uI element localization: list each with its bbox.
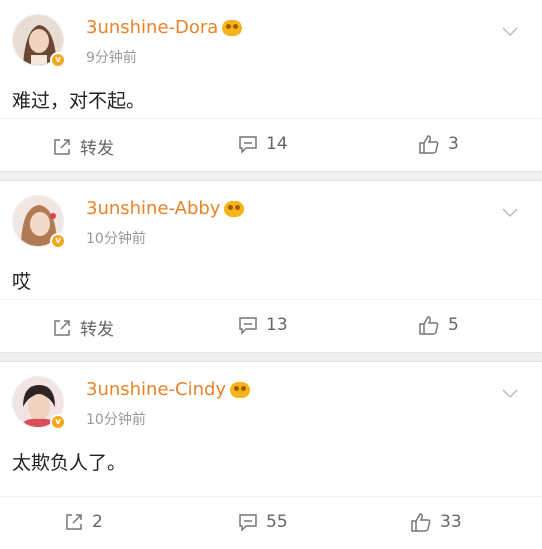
verified-badge-icon: v [50,414,66,430]
username[interactable]: 3unshine-Cindy [86,379,251,400]
avatar[interactable]: v [12,195,66,249]
username[interactable]: 3unshine-Dora [86,17,243,38]
post-card: v 3unshine-Cindy 10分钟前 太欺负人了。 2 55 33 [0,362,542,549]
comment-count: 14 [266,134,288,154]
chevron-down-icon[interactable] [502,22,518,41]
avatar[interactable]: v [12,14,66,68]
thumbs-up-icon [411,513,431,532]
comment-count: 55 [266,512,288,532]
repost-icon [54,319,70,336]
vip-icon [224,200,245,217]
divider [0,171,542,181]
post-time: 10分钟前 [86,412,146,428]
comment-count: 13 [266,315,288,335]
post-content: 难过，对不起。 [12,90,146,112]
repost-icon [66,514,82,530]
username-text[interactable]: 3unshine-Abby [86,198,220,219]
repost-label: 转发 [80,139,114,159]
comment-button[interactable]: 14 [238,134,288,154]
verified-badge-icon: v [50,52,66,68]
post-time: 10分钟前 [86,231,146,247]
chevron-down-icon[interactable] [502,384,518,403]
comment-icon [239,514,257,532]
post-content: 哎 [12,271,32,293]
like-count: 5 [448,315,459,335]
chevron-down-icon[interactable] [502,203,518,222]
username[interactable]: 3unshine-Abby [86,198,245,219]
repost-button[interactable]: 2 [64,512,103,532]
action-bar: 转发 14 3 [0,118,542,171]
comment-button[interactable]: 55 [238,512,288,532]
thumbs-up-icon [419,135,439,154]
post-card: v 3unshine-Abby 10分钟前 哎 转发 13 5 [0,181,542,352]
vip-icon [230,381,251,398]
post-time: 9分钟前 [86,50,137,66]
like-count: 33 [440,512,462,532]
like-button[interactable]: 33 [410,512,462,532]
avatar[interactable]: v [12,376,66,430]
vip-icon [222,19,243,36]
comment-icon [239,136,257,154]
divider [0,352,542,362]
username-text[interactable]: 3unshine-Dora [86,17,218,38]
like-button[interactable]: 5 [418,315,459,335]
action-bar: 2 55 33 [0,496,542,549]
repost-button[interactable]: 转发 [52,134,114,159]
repost-icon [54,138,70,155]
username-text[interactable]: 3unshine-Cindy [86,379,226,400]
thumbs-up-icon [419,316,439,335]
comment-button[interactable]: 13 [238,315,288,335]
post-content: 太欺负人了。 [12,452,127,474]
like-button[interactable]: 3 [418,134,459,154]
repost-label: 转发 [80,320,114,340]
verified-badge-icon: v [50,233,66,249]
like-count: 3 [448,134,459,154]
repost-button[interactable]: 转发 [52,315,114,340]
action-bar: 转发 13 5 [0,299,542,352]
repost-count: 2 [92,512,103,532]
comment-icon [239,317,257,335]
post-card: v 3unshine-Dora 9分钟前 难过，对不起。 转发 14 3 [0,0,542,171]
weibo-feed: v 3unshine-Dora 9分钟前 难过，对不起。 转发 14 3 v 3… [0,0,542,549]
